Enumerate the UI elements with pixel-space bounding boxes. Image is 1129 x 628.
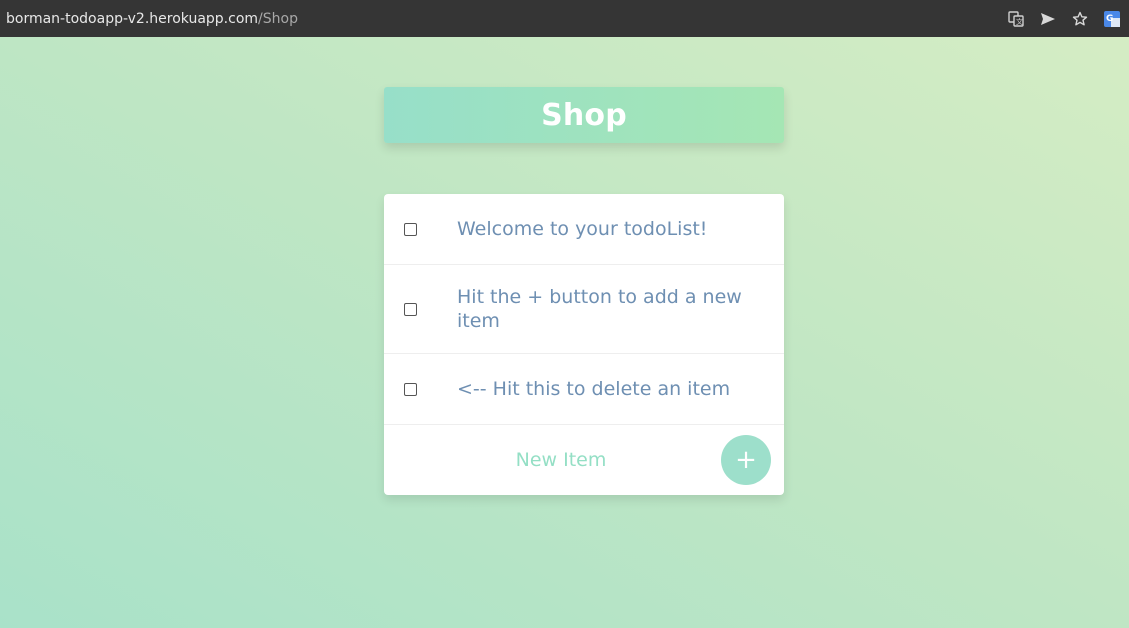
send-icon[interactable] [1039, 10, 1057, 28]
new-item-input[interactable] [384, 448, 738, 471]
svg-text:文: 文 [1016, 17, 1023, 26]
delete-item-checkbox[interactable] [404, 382, 417, 396]
browser-toolbar: borman-todoapp-v2.herokuapp.com/Shop 文 G [0, 0, 1129, 37]
list-title: Shop [541, 97, 627, 133]
google-translate-extension-icon[interactable]: G [1103, 10, 1121, 28]
list-title-banner: Shop [384, 87, 784, 143]
add-item-button[interactable]: + [721, 435, 771, 485]
todo-item-text: <-- Hit this to delete an item [457, 378, 731, 400]
todo-item-text: Hit the + button to add a new item [457, 286, 742, 332]
todo-item: Welcome to your todoList! [384, 194, 784, 265]
todo-list-card: Welcome to your todoList! Hit the + butt… [384, 194, 784, 495]
delete-item-checkbox[interactable] [404, 302, 417, 316]
todo-item-text: Welcome to your todoList! [457, 218, 708, 240]
new-item-form: + [384, 425, 784, 494]
address-bar[interactable]: borman-todoapp-v2.herokuapp.com/Shop [6, 11, 298, 27]
delete-item-checkbox[interactable] [404, 222, 417, 236]
svg-text:G: G [1106, 14, 1113, 24]
translate-icon[interactable]: 文 [1007, 10, 1025, 28]
url-path: /Shop [258, 10, 298, 27]
todo-item: Hit the + button to add a new item [384, 265, 784, 354]
todo-item: <-- Hit this to delete an item [384, 354, 784, 425]
url-host: borman-todoapp-v2.herokuapp.com [6, 10, 259, 27]
star-icon[interactable] [1071, 10, 1089, 28]
